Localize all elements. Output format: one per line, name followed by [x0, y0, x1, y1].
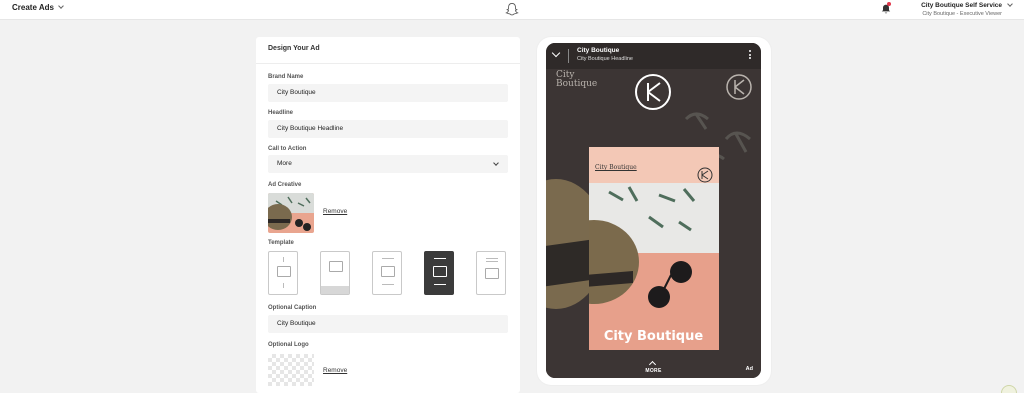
image-icon	[329, 261, 343, 272]
more-vert-icon[interactable]	[749, 50, 752, 61]
template-bar	[321, 286, 349, 294]
notification-dot	[887, 2, 891, 6]
divider	[568, 49, 569, 63]
optional-logo-label: Optional Logo	[268, 342, 309, 348]
top-bar: Create Ads City Boutique Self Service Ci…	[0, 0, 1024, 20]
divider	[486, 258, 498, 259]
brand-logo-icon	[726, 74, 752, 100]
remove-logo-link[interactable]: Remove	[323, 367, 347, 374]
template-option-5[interactable]	[476, 251, 506, 295]
card-logo-text: City Boutique	[595, 164, 637, 171]
template-option-2[interactable]	[320, 251, 350, 295]
account-role: City Boutique - Executive Viewer	[922, 11, 1002, 17]
template-option-4[interactable]	[424, 251, 454, 295]
template-label: Template	[268, 240, 294, 246]
ad-badge: Ad	[745, 366, 753, 372]
help-button[interactable]	[1001, 385, 1017, 393]
brand-name-field[interactable]: City Boutique	[268, 84, 508, 102]
ad-creative-label: Ad Creative	[268, 182, 302, 188]
image-icon	[485, 268, 499, 279]
ad-creative-card: City Boutique	[589, 147, 719, 350]
create-ads-label: Create Ads	[12, 3, 54, 12]
divider	[434, 284, 446, 285]
image-icon	[381, 266, 395, 277]
preview-subtitle: City Boutique Headline	[577, 56, 633, 62]
divider	[434, 258, 446, 259]
snapchat-ghost-icon[interactable]	[505, 2, 519, 16]
panel-title: Design Your Ad	[268, 45, 320, 52]
preview-caption: City Boutique	[603, 329, 704, 344]
divider	[283, 257, 284, 262]
headline-field[interactable]: City Boutique Headline	[268, 120, 508, 138]
cta-label: Call to Action	[268, 146, 307, 152]
preview-logo-text: City Boutique	[556, 70, 598, 89]
divider	[382, 258, 394, 259]
brand-name-label: Brand Name	[268, 74, 304, 80]
design-ad-panel: Design Your Ad Brand Name City Boutique …	[256, 37, 520, 393]
cta-select[interactable]: More	[268, 155, 508, 173]
optional-caption-label: Optional Caption	[268, 305, 317, 311]
divider	[382, 284, 394, 285]
preview-header: City Boutique City Boutique Headline	[546, 43, 761, 69]
create-ads-menu[interactable]: Create Ads	[12, 3, 64, 12]
image-icon	[277, 266, 291, 277]
chevron-down-icon	[58, 3, 64, 9]
divider	[283, 283, 284, 288]
chevron-down-icon[interactable]	[551, 48, 561, 58]
preview-title: City Boutique	[577, 47, 620, 54]
chevron-down-icon[interactable]	[1007, 1, 1013, 7]
ad-creative-thumbnail[interactable]	[268, 193, 314, 233]
cta-value: More	[277, 160, 292, 167]
account-name: City Boutique Self Service	[921, 2, 1002, 9]
logo-placeholder[interactable]	[268, 354, 314, 386]
remove-creative-link[interactable]: Remove	[323, 208, 347, 215]
chevron-down-icon	[493, 160, 499, 166]
preview-more-button[interactable]: MORE	[546, 368, 761, 374]
template-option-3[interactable]	[372, 251, 402, 295]
template-option-1[interactable]	[268, 251, 298, 295]
account-switcher[interactable]: City Boutique Self Service City Boutique…	[921, 1, 1002, 18]
optional-caption-field[interactable]: City Boutique	[268, 315, 508, 333]
phone-preview: City Boutique City Boutique Headline Cit…	[546, 43, 761, 378]
headline-label: Headline	[268, 110, 294, 116]
image-icon	[433, 266, 447, 277]
divider	[256, 63, 520, 64]
brand-logo-icon	[635, 74, 671, 110]
divider	[486, 261, 498, 262]
